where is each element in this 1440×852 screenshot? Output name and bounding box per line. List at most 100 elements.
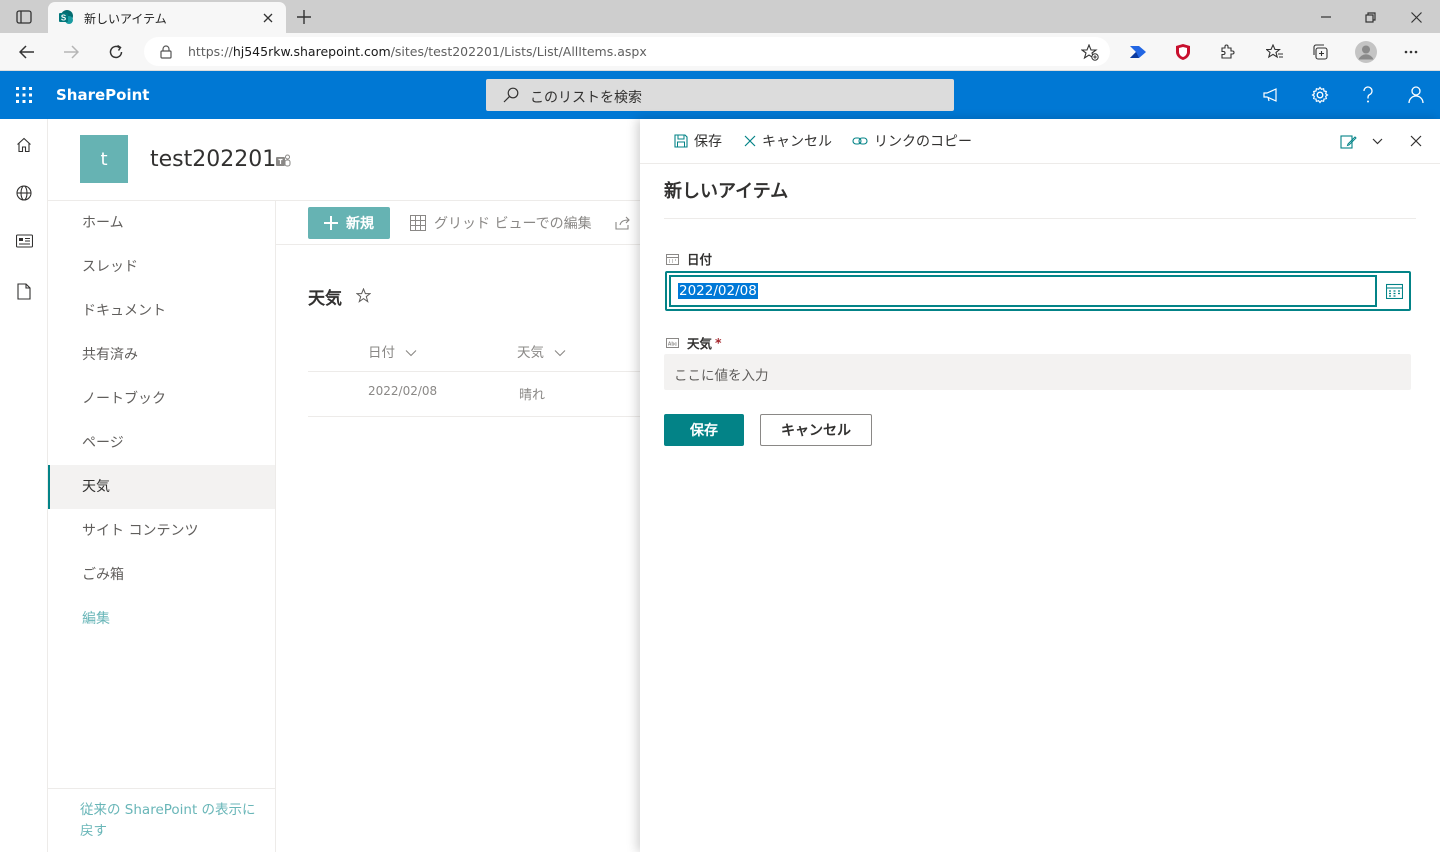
panel-cancel-label: キャンセル — [762, 134, 832, 150]
nav-edit-link[interactable]: 編集 — [48, 597, 275, 641]
cell-weather[interactable]: 晴れ — [519, 384, 545, 403]
favorite-star-icon[interactable] — [354, 286, 372, 304]
cell-date[interactable]: 2022/02/08 — [368, 384, 437, 398]
weather-input[interactable]: ここに値を入力 — [664, 354, 1411, 390]
nav-footer-divider — [48, 788, 276, 789]
more-menu-icon[interactable] — [1401, 42, 1421, 62]
weather-label-text: 天気 — [687, 336, 713, 351]
weather-field-label: Abc 天気 * — [666, 333, 722, 352]
new-item-panel: 保存 キャンセル リンクのコピー 新しいアイテム 日付 2022/02/08 A… — [640, 119, 1440, 852]
new-item-label: 新規 — [346, 216, 374, 232]
teams-icon[interactable] — [274, 152, 292, 170]
browser-toolbar: https://hj545rkw.sharepoint.com/sites/te… — [0, 33, 1440, 71]
close-window-icon[interactable] — [1406, 8, 1426, 26]
tab-actions-icon[interactable] — [14, 8, 34, 26]
extensions-icon[interactable] — [1217, 42, 1237, 62]
nav-item-notebook[interactable]: ノートブック — [48, 377, 275, 421]
restore-icon[interactable] — [1360, 8, 1380, 26]
grid-edit-button[interactable]: グリッド ビューでの編集 — [410, 213, 592, 233]
url-text: https://hj545rkw.sharepoint.com/sites/te… — [188, 44, 647, 59]
power-automate-icon[interactable] — [1128, 42, 1148, 62]
settings-gear-icon[interactable] — [1308, 84, 1332, 106]
search-input[interactable]: このリストを検索 — [486, 79, 954, 111]
form-edit-icon[interactable] — [1338, 132, 1358, 150]
suite-bar: SharePoint このリストを検索 — [0, 71, 1440, 119]
new-item-button[interactable]: 新規 — [308, 207, 390, 239]
browser-tab[interactable]: S 新しいアイテム — [48, 2, 286, 33]
link-icon — [852, 137, 868, 145]
copy-link-label: リンクのコピー — [874, 134, 972, 150]
refresh-icon[interactable] — [105, 41, 127, 63]
copy-link-command[interactable]: リンクのコピー — [852, 131, 972, 151]
required-marker: * — [715, 335, 722, 350]
left-nav: ホーム スレッド ドキュメント 共有済み ノートブック ページ 天気 サイト コ… — [48, 200, 276, 852]
grid-icon — [410, 215, 426, 231]
row-divider — [308, 416, 648, 417]
nav-item-shared[interactable]: 共有済み — [48, 333, 275, 377]
minimize-icon[interactable] — [1316, 8, 1336, 26]
new-tab-icon[interactable] — [294, 7, 314, 27]
nav-item-pages[interactable]: ページ — [48, 421, 275, 465]
panel-toolbar-divider — [640, 163, 1440, 164]
back-icon[interactable] — [16, 41, 38, 63]
chevron-down-icon — [405, 350, 417, 357]
date-input[interactable]: 2022/02/08 — [669, 275, 1377, 307]
shield-extension-icon[interactable] — [1173, 41, 1193, 63]
nav-item-site-contents[interactable]: サイト コンテンツ — [48, 509, 275, 553]
search-icon — [502, 86, 520, 104]
collections-icon[interactable] — [1310, 42, 1330, 62]
list-title: 天気 — [308, 289, 342, 309]
save-button[interactable]: 保存 — [664, 414, 744, 446]
site-logo[interactable]: t — [80, 135, 128, 183]
date-value: 2022/02/08 — [678, 283, 758, 299]
home-icon[interactable] — [14, 135, 34, 155]
plus-icon — [324, 216, 338, 230]
nav-item-weather[interactable]: 天気 — [48, 465, 275, 509]
date-field-label: 日付 — [666, 249, 712, 268]
panel-save-label: 保存 — [694, 134, 722, 150]
close-panel-icon[interactable] — [1406, 132, 1426, 150]
nav-item-documents[interactable]: ドキュメント — [48, 289, 275, 333]
forward-icon[interactable] — [60, 41, 82, 63]
sharepoint-brand[interactable]: SharePoint — [56, 86, 149, 104]
header-divider — [308, 371, 648, 372]
lock-icon[interactable] — [158, 44, 174, 60]
favorites-icon[interactable] — [1265, 42, 1285, 62]
save-icon — [674, 134, 688, 148]
close-tab-icon[interactable] — [260, 10, 276, 26]
app-launcher-icon[interactable] — [12, 83, 36, 107]
column-label-weather: 天気 — [517, 345, 544, 361]
search-placeholder: このリストを検索 — [530, 90, 642, 106]
globe-icon[interactable] — [14, 183, 34, 203]
tab-title: 新しいアイテム — [84, 12, 167, 26]
site-title[interactable]: test202201 — [150, 147, 276, 172]
share-icon[interactable] — [614, 214, 632, 232]
calendar-button[interactable] — [1377, 274, 1411, 308]
nav-item-home[interactable]: ホーム — [48, 201, 275, 245]
account-icon[interactable] — [1404, 84, 1428, 106]
date-label-text: 日付 — [687, 252, 713, 267]
megaphone-icon[interactable] — [1260, 85, 1284, 105]
address-bar[interactable]: https://hj545rkw.sharepoint.com/sites/te… — [144, 37, 1110, 66]
panel-cancel-command[interactable]: キャンセル — [744, 131, 832, 151]
nav-item-threads[interactable]: スレッド — [48, 245, 275, 289]
column-header-date[interactable]: 日付 — [368, 341, 417, 361]
panel-save-command[interactable]: 保存 — [674, 131, 722, 151]
title-divider — [664, 218, 1416, 219]
cancel-x-icon — [744, 135, 756, 147]
cancel-button[interactable]: キャンセル — [760, 414, 872, 446]
document-icon[interactable] — [14, 281, 34, 301]
chevron-down-icon[interactable] — [1368, 132, 1386, 150]
add-favorite-icon[interactable] — [1080, 43, 1100, 61]
grid-edit-label: グリッド ビューでの編集 — [434, 216, 592, 232]
date-picker: 2022/02/08 — [665, 271, 1411, 311]
profile-avatar-icon[interactable] — [1354, 40, 1378, 64]
column-label-date: 日付 — [368, 345, 395, 361]
help-icon[interactable] — [1356, 84, 1380, 106]
svg-text:Abc: Abc — [668, 341, 678, 347]
svg-text:S: S — [61, 14, 67, 23]
news-icon[interactable] — [14, 231, 34, 251]
nav-item-recycle-bin[interactable]: ごみ箱 — [48, 553, 275, 597]
classic-view-link[interactable]: 従来の SharePoint の表示に戻す — [80, 800, 260, 842]
column-header-weather[interactable]: 天気 — [517, 341, 566, 361]
